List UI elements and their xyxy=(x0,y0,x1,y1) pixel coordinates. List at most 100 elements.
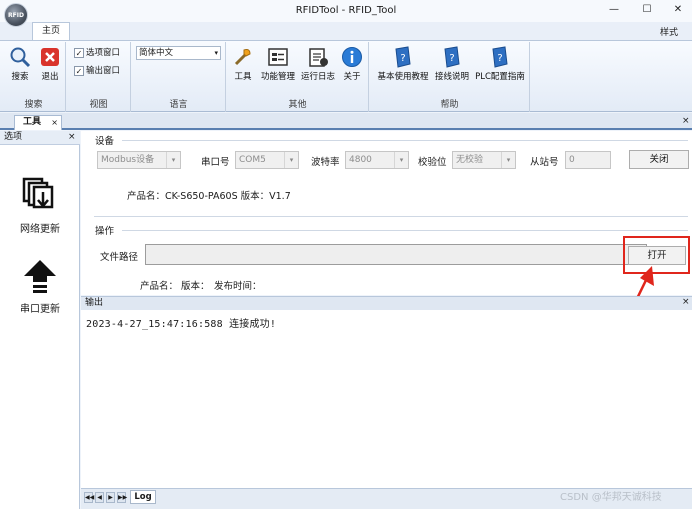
divider xyxy=(122,230,688,231)
ribbon-group-label: 语言 xyxy=(169,100,188,110)
minimize-button[interactable]: — xyxy=(600,2,628,18)
next-tab-button[interactable]: ▶ xyxy=(106,492,115,503)
style-menu[interactable]: 样式 xyxy=(660,25,678,38)
wiring-guide-button[interactable]: ? 接线说明 xyxy=(432,46,472,82)
close-connection-button[interactable]: 关闭 xyxy=(629,150,689,169)
op-version-label: 版本： xyxy=(181,281,210,292)
network-update-label: 网络更新 xyxy=(20,224,60,235)
baud-select[interactable]: 4800 ▾ xyxy=(345,151,409,169)
serial-update-label: 串口更新 xyxy=(20,304,60,315)
ribbon-group-label: 帮助 xyxy=(440,100,459,110)
parity-value: 无校验 xyxy=(456,155,484,165)
exit-button[interactable]: 退出 xyxy=(36,46,64,82)
divider xyxy=(122,140,688,141)
network-update-icon xyxy=(22,177,54,209)
log-icon xyxy=(309,48,328,67)
log-line: 2023-4-27_15:47:16:588 连接成功! xyxy=(86,319,277,330)
option-window-checkbox[interactable]: ✓ 选项窗口 xyxy=(74,46,120,58)
network-update-button[interactable]: 网络更新 xyxy=(6,176,74,235)
maximize-button[interactable]: ☐ xyxy=(633,2,661,18)
chevron-down-icon: ▾ xyxy=(284,152,298,168)
tab-home[interactable]: 主页 xyxy=(32,22,70,40)
exit-icon xyxy=(41,48,59,66)
port-select[interactable]: COM5 ▾ xyxy=(235,151,299,169)
protocol-value: Modbus设备 xyxy=(101,155,155,165)
slave-label: 从站号 xyxy=(530,157,559,168)
help-book-icon: ? xyxy=(492,46,508,68)
run-log-label: 运行日志 xyxy=(300,72,335,82)
parity-select[interactable]: 无校验 ▾ xyxy=(452,151,516,169)
basic-tutorial-label: 基本使用教程 xyxy=(377,72,429,82)
window-title: RFIDTool - RFID_Tool xyxy=(295,5,397,16)
svg-text:?: ? xyxy=(400,53,405,64)
chevron-down-icon: ▾ xyxy=(214,49,218,57)
last-tab-button[interactable]: ▶▶ xyxy=(117,492,127,503)
chevron-down-icon: ▾ xyxy=(501,152,515,168)
feature-manage-button[interactable]: 功能管理 xyxy=(258,46,298,82)
port-label: 串口号 xyxy=(201,157,230,168)
wiring-guide-label: 接线说明 xyxy=(434,72,469,82)
ribbon-group-label: 搜索 xyxy=(24,100,43,110)
language-value: 简体中文 xyxy=(139,48,174,58)
document-tab-strip xyxy=(0,113,692,130)
search-icon xyxy=(10,47,31,68)
close-icon[interactable]: × xyxy=(51,116,58,129)
tab-log[interactable]: Log xyxy=(130,490,156,504)
help-book-icon: ? xyxy=(444,46,460,68)
upload-arrow-icon xyxy=(24,260,56,293)
language-select[interactable]: 简体中文 ▾ xyxy=(136,46,221,60)
slave-input[interactable]: 0 xyxy=(565,151,611,169)
exit-button-label: 退出 xyxy=(41,72,59,82)
op-product-label: 产品名： xyxy=(140,281,179,292)
svg-text:?: ? xyxy=(497,53,502,64)
protocol-select[interactable]: Modbus设备 ▾ xyxy=(97,151,181,169)
plc-config-guide-label: PLC配置指南 xyxy=(475,72,525,82)
run-log-button[interactable]: 运行日志 xyxy=(300,46,336,82)
parity-label: 校验位 xyxy=(418,157,447,168)
plc-config-guide-button[interactable]: ? PLC配置指南 xyxy=(472,46,528,82)
serial-update-button[interactable]: 串口更新 xyxy=(6,258,74,315)
close-window-button[interactable]: ✕ xyxy=(664,2,692,18)
feature-manage-label: 功能管理 xyxy=(260,72,295,82)
options-panel-close-button[interactable]: × xyxy=(68,132,76,142)
divider xyxy=(94,216,688,217)
tab-tools[interactable]: 工具 × xyxy=(14,115,62,130)
output-window-label: 输出窗口 xyxy=(86,66,121,76)
search-button[interactable]: 搜索 xyxy=(6,46,34,82)
app-logo[interactable]: RFID xyxy=(4,3,28,27)
operation-section-title: 操作 xyxy=(95,226,115,237)
checkbox-mark: ✓ xyxy=(74,47,84,58)
checkbox-mark: ✓ xyxy=(74,65,84,76)
output-panel-close-button[interactable]: × xyxy=(682,297,690,307)
tools-button-label: 工具 xyxy=(234,72,252,82)
baud-value: 4800 xyxy=(349,155,372,165)
port-value: COM5 xyxy=(239,155,266,165)
chevron-down-icon: ▾ xyxy=(166,152,180,168)
tab-tools-label: 工具 xyxy=(23,117,42,127)
svg-text:?: ? xyxy=(449,53,454,64)
slave-value: 0 xyxy=(569,155,575,165)
info-icon xyxy=(342,47,362,67)
prev-tab-button[interactable]: ◀ xyxy=(95,492,104,503)
file-path-label: 文件路径 xyxy=(100,252,139,263)
about-button-label: 关于 xyxy=(343,72,361,82)
baud-label: 波特率 xyxy=(311,157,340,168)
wrench-icon xyxy=(234,49,251,66)
ribbon-tab-row xyxy=(0,22,692,40)
ribbon-group-label: 其他 xyxy=(288,100,307,110)
device-product-info: 产品名：CK-S650-PA60S 版本：V1.7 xyxy=(127,191,291,202)
first-tab-button[interactable]: ◀◀ xyxy=(84,492,94,503)
tools-button[interactable]: 工具 xyxy=(230,46,256,82)
op-release-label: 发布时间： xyxy=(214,281,262,292)
file-path-input[interactable] xyxy=(145,244,647,265)
option-window-label: 选项窗口 xyxy=(86,48,121,58)
basic-tutorial-button[interactable]: ? 基本使用教程 xyxy=(374,46,432,82)
output-window-checkbox[interactable]: ✓ 输出窗口 xyxy=(74,64,120,76)
close-document-button[interactable]: × xyxy=(682,116,690,126)
search-button-label: 搜索 xyxy=(11,72,29,82)
ribbon-group-label: 视图 xyxy=(89,100,108,110)
about-button[interactable]: 关于 xyxy=(338,46,366,82)
chevron-down-icon: ▾ xyxy=(394,152,408,168)
output-panel-title: 输出 xyxy=(81,296,692,310)
output-log-area xyxy=(81,310,692,488)
